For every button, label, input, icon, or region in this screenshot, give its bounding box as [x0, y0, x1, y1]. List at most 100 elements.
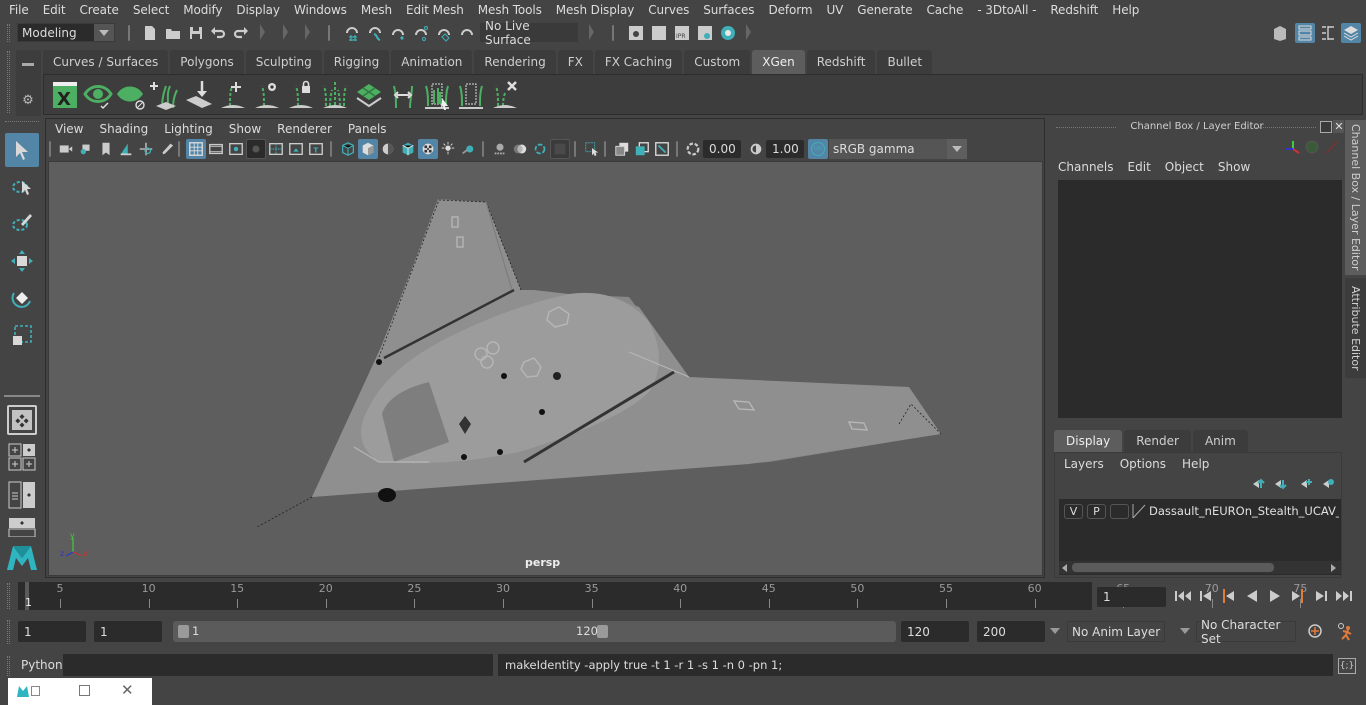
- scroll-left-icon[interactable]: [1062, 564, 1067, 572]
- four-view-layout-button[interactable]: [7, 442, 37, 472]
- menu-mesh[interactable]: Mesh: [354, 3, 399, 17]
- xgen-sculpt-guides-icon[interactable]: [420, 78, 454, 112]
- go-to-start-button[interactable]: [1174, 587, 1192, 605]
- shelf-tab-rigging[interactable]: Rigging: [323, 50, 390, 74]
- xgen-lock-guides-icon[interactable]: [284, 78, 318, 112]
- make-live-icon[interactable]: [434, 23, 454, 43]
- character-set-chevron-icon[interactable]: [1180, 628, 1190, 634]
- panel-menu-lighting[interactable]: Lighting: [156, 122, 221, 136]
- safe-title-icon[interactable]: T: [306, 139, 326, 159]
- playback-end-field[interactable]: 120: [901, 621, 969, 642]
- grid-toggle-icon[interactable]: [186, 139, 206, 159]
- menu-select[interactable]: Select: [126, 3, 176, 17]
- xgen-guide-groom-icon[interactable]: [318, 78, 352, 112]
- channel-box-menu-channels[interactable]: Channels: [1058, 160, 1114, 174]
- time-ruler[interactable]: 1 51015202530354045505560657075808590951…: [18, 582, 1307, 610]
- shelf-tab-bullet[interactable]: Bullet: [877, 50, 933, 74]
- use-all-lights-icon[interactable]: [438, 139, 458, 159]
- menu-edit[interactable]: Edit: [36, 3, 73, 17]
- script-editor-icon[interactable]: {;}: [1338, 658, 1356, 674]
- outliner-persp-layout-button[interactable]: [7, 480, 37, 510]
- scale-tool-button[interactable]: [5, 318, 39, 352]
- menu-3dtoall[interactable]: - 3DtoAll -: [970, 3, 1043, 17]
- step-back-frame-button[interactable]: [1219, 587, 1237, 605]
- xgen-delete-guides-icon[interactable]: [488, 78, 522, 112]
- start-frame-field[interactable]: 1: [18, 621, 86, 642]
- persp-graph-layout-button[interactable]: [7, 516, 37, 538]
- range-slider[interactable]: 1 120: [173, 621, 896, 642]
- menu-cache[interactable]: Cache: [920, 3, 971, 17]
- collapse-arrow[interactable]: [589, 24, 594, 40]
- play-backwards-button[interactable]: [1243, 587, 1261, 605]
- xray-icon[interactable]: [612, 139, 632, 159]
- snap-to-projected-center-icon[interactable]: [457, 23, 477, 43]
- panel-menu-shading[interactable]: Shading: [91, 122, 156, 136]
- menu-uv[interactable]: UV: [819, 3, 850, 17]
- go-to-end-button[interactable]: [1335, 587, 1353, 605]
- step-back-key-button[interactable]: [1197, 587, 1215, 605]
- panel-menu-panels[interactable]: Panels: [340, 122, 395, 136]
- menu-mesh-tools[interactable]: Mesh Tools: [471, 3, 549, 17]
- menu-display[interactable]: Display: [229, 3, 287, 17]
- toolbox-grip[interactable]: [5, 121, 39, 124]
- character-set-dropdown[interactable]: No Character Set: [1196, 618, 1296, 646]
- command-line-grip[interactable]: [7, 656, 10, 676]
- open-scene-icon[interactable]: [163, 23, 183, 43]
- layer-menu-layers[interactable]: Layers: [1064, 457, 1104, 471]
- xray-active-components-icon[interactable]: [632, 139, 652, 159]
- panel-grip[interactable]: [1256, 127, 1316, 128]
- panel-menu-show[interactable]: Show: [221, 122, 269, 136]
- layer-name[interactable]: Dassault_nEUROn_Stealth_UCAV_001: [1149, 504, 1339, 518]
- channel-box-menu-edit[interactable]: Edit: [1128, 160, 1151, 174]
- menu-redshift[interactable]: Redshift: [1043, 3, 1105, 17]
- undo-icon[interactable]: [208, 23, 228, 43]
- command-language-toggle[interactable]: Python: [21, 658, 63, 672]
- modeling-toolkit-icon[interactable]: [1270, 23, 1290, 43]
- end-frame-field[interactable]: 200: [977, 621, 1045, 642]
- safe-action-icon[interactable]: [286, 139, 306, 159]
- grease-pencil-icon[interactable]: [156, 139, 176, 159]
- wireframe-on-shaded-icon[interactable]: [398, 139, 418, 159]
- shelf-menu-icon[interactable]: [22, 63, 34, 66]
- redo-icon[interactable]: [231, 23, 251, 43]
- layer-tab-render[interactable]: Render: [1124, 430, 1191, 452]
- isolate-select-icon[interactable]: [582, 139, 602, 159]
- shelf-tab-xgen[interactable]: XGen: [752, 50, 805, 74]
- range-start-handle[interactable]: [178, 625, 189, 638]
- layer-tab-anim[interactable]: Anim: [1192, 430, 1248, 452]
- layer-playback-toggle[interactable]: P: [1087, 504, 1106, 519]
- shelf-grip[interactable]: [7, 51, 10, 113]
- menu-windows[interactable]: Windows: [287, 3, 354, 17]
- range-slider-grip[interactable]: [7, 620, 10, 644]
- 2d-pan-zoom-icon[interactable]: [136, 139, 156, 159]
- menu-mesh-display[interactable]: Mesh Display: [549, 3, 641, 17]
- channel-box-toggle-icon[interactable]: [1341, 23, 1361, 43]
- exposure-icon[interactable]: [683, 139, 703, 159]
- menu-deform[interactable]: Deform: [761, 3, 819, 17]
- auto-key-icon[interactable]: [1306, 622, 1324, 640]
- gate-mask-icon[interactable]: [246, 139, 266, 159]
- step-forward-frame-button[interactable]: [1289, 587, 1307, 605]
- restore-window-icon[interactable]: [31, 686, 40, 696]
- select-camera-icon[interactable]: [56, 139, 76, 159]
- camera-attributes-icon[interactable]: [76, 139, 96, 159]
- xgen-clear-preview-icon[interactable]: [114, 78, 148, 112]
- live-surface-field[interactable]: No Live Surface: [480, 19, 578, 47]
- menu-edit-mesh[interactable]: Edit Mesh: [399, 3, 471, 17]
- layer-menu-help[interactable]: Help: [1182, 457, 1209, 471]
- wireframe-icon[interactable]: [338, 139, 358, 159]
- collapse-arrow[interactable]: [260, 24, 265, 40]
- collapse-arrow[interactable]: [305, 24, 310, 40]
- anim-layer-chevron-icon[interactable]: [1050, 628, 1060, 634]
- tool-settings-toggle-icon[interactable]: [1318, 23, 1338, 43]
- scroll-right-icon[interactable]: [1331, 564, 1336, 572]
- resolution-gate-icon[interactable]: [226, 139, 246, 159]
- snap-to-grid-icon[interactable]: [342, 23, 362, 43]
- range-end-handle[interactable]: [597, 625, 608, 638]
- channel-box-menu-object[interactable]: Object: [1165, 160, 1204, 174]
- screen-space-ao-icon[interactable]: [490, 139, 510, 159]
- layer-row[interactable]: V P Dassault_nEUROn_Stealth_UCAV_001: [1059, 499, 1341, 525]
- xgen-editor-icon[interactable]: X: [48, 78, 82, 112]
- move-tool-button[interactable]: [5, 244, 39, 278]
- playback-start-field[interactable]: 1: [94, 621, 162, 642]
